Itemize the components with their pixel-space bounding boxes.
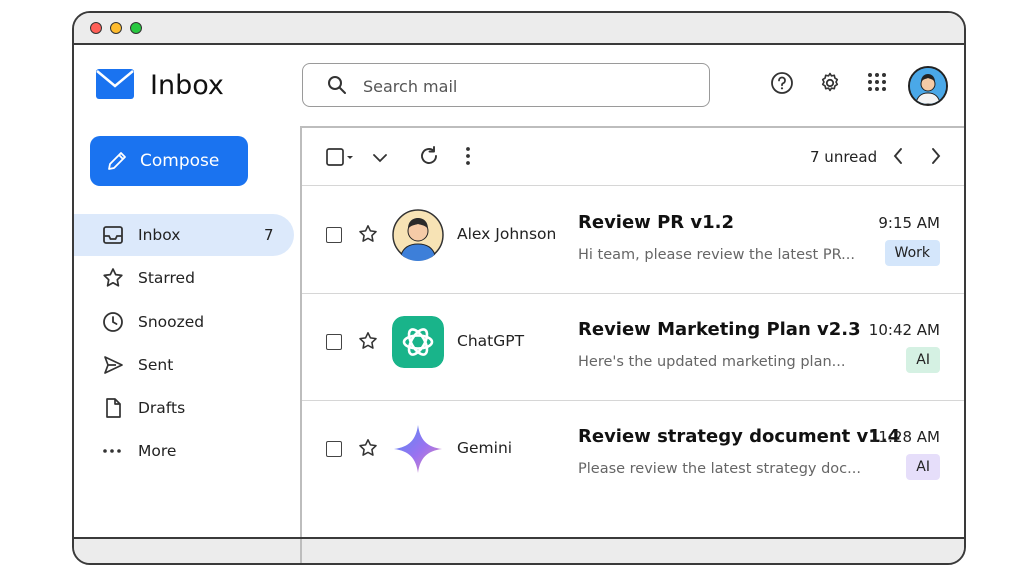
email-sender: Gemini <box>457 439 513 457</box>
email-checkbox[interactable] <box>326 441 342 457</box>
mail-toolbar: 7 unread <box>302 128 964 186</box>
email-row[interactable]: Gemini Review strategy document v1.4 Ple… <box>302 401 964 508</box>
bottom-bar <box>74 537 964 563</box>
sidebar-item-starred[interactable]: Starred <box>74 257 294 299</box>
email-time: 11:28 AM <box>868 428 940 446</box>
email-checkbox[interactable] <box>326 227 342 243</box>
user-avatar[interactable] <box>908 66 948 106</box>
help-icon[interactable] <box>770 71 794 99</box>
send-icon <box>102 354 124 376</box>
bottom-bar-divider <box>300 539 302 563</box>
close-window-button[interactable] <box>90 22 102 34</box>
email-preview: Please review the latest strategy doc... <box>578 461 861 477</box>
compose-label: Compose <box>140 151 220 171</box>
sidebar-item-label: Starred <box>138 269 195 287</box>
email-sender: ChatGPT <box>457 332 525 350</box>
sidebar-item-label: Drafts <box>138 399 186 417</box>
chatgpt-logo <box>392 316 444 368</box>
email-time: 9:15 AM <box>878 214 940 232</box>
compose-button[interactable]: Compose <box>90 136 248 186</box>
sidebar-item-snoozed[interactable]: Snoozed <box>74 301 294 343</box>
email-subject: Review PR v1.2 <box>578 212 735 233</box>
email-time: 10:42 AM <box>868 321 940 339</box>
more-dots-icon <box>102 440 124 462</box>
inbox-icon <box>102 224 124 246</box>
email-label-badge[interactable]: AI <box>906 454 940 480</box>
search-bar[interactable] <box>302 63 710 107</box>
email-preview: Hi team, please review the latest PR... <box>578 247 855 263</box>
sidebar-item-more[interactable]: More <box>74 430 294 472</box>
star-icon[interactable] <box>358 224 378 248</box>
star-icon[interactable] <box>358 331 378 355</box>
email-row[interactable]: ChatGPT Review Marketing Plan v2.3 Here'… <box>302 294 964 401</box>
minimize-window-button[interactable] <box>110 22 122 34</box>
email-label-badge[interactable]: AI <box>906 347 940 373</box>
chevron-down-icon[interactable] <box>372 150 388 169</box>
star-icon <box>102 267 124 289</box>
search-icon <box>327 75 347 99</box>
sidebar-item-label: Sent <box>138 356 174 374</box>
gemini-logo <box>392 423 444 475</box>
inbox-count-badge: 7 <box>264 226 274 244</box>
select-all-checkbox[interactable] <box>326 148 356 170</box>
email-label-badge[interactable]: Work <box>884 240 940 266</box>
gear-icon[interactable] <box>818 71 842 99</box>
unread-count: 7 unread <box>810 148 878 166</box>
sidebar-item-label: Inbox <box>138 226 181 244</box>
chevron-right-icon[interactable] <box>930 147 942 169</box>
mail-logo-icon <box>96 69 134 103</box>
refresh-icon[interactable] <box>418 145 440 171</box>
email-preview: Here's the updated marketing plan... <box>578 354 846 370</box>
clock-icon <box>102 311 124 333</box>
email-row[interactable]: Alex Johnson Review PR v1.2 Hi team, ple… <box>302 187 964 294</box>
sidebar-item-label: More <box>138 442 177 460</box>
pencil-icon <box>106 150 128 176</box>
sidebar-item-drafts[interactable]: Drafts <box>74 387 294 429</box>
search-input[interactable] <box>361 72 665 100</box>
apps-grid-icon[interactable] <box>866 71 888 97</box>
app-window: Inbox Compose Inbox 7 Starred <box>72 11 966 565</box>
title-bar <box>74 13 964 45</box>
email-checkbox[interactable] <box>326 334 342 350</box>
email-subject: Review strategy document v1.4 <box>578 426 901 447</box>
chevron-left-icon[interactable] <box>892 147 904 169</box>
page-title: Inbox <box>150 70 224 101</box>
person-avatar <box>392 209 444 261</box>
sidebar-item-label: Snoozed <box>138 313 205 331</box>
email-subject: Review Marketing Plan v2.3 <box>578 319 861 340</box>
more-vert-icon[interactable] <box>464 145 472 171</box>
star-icon[interactable] <box>358 438 378 462</box>
sidebar-item-sent[interactable]: Sent <box>74 344 294 386</box>
draft-icon <box>102 397 124 419</box>
sidebar-item-inbox[interactable]: Inbox 7 <box>74 214 294 256</box>
maximize-window-button[interactable] <box>130 22 142 34</box>
email-sender: Alex Johnson <box>457 225 557 243</box>
